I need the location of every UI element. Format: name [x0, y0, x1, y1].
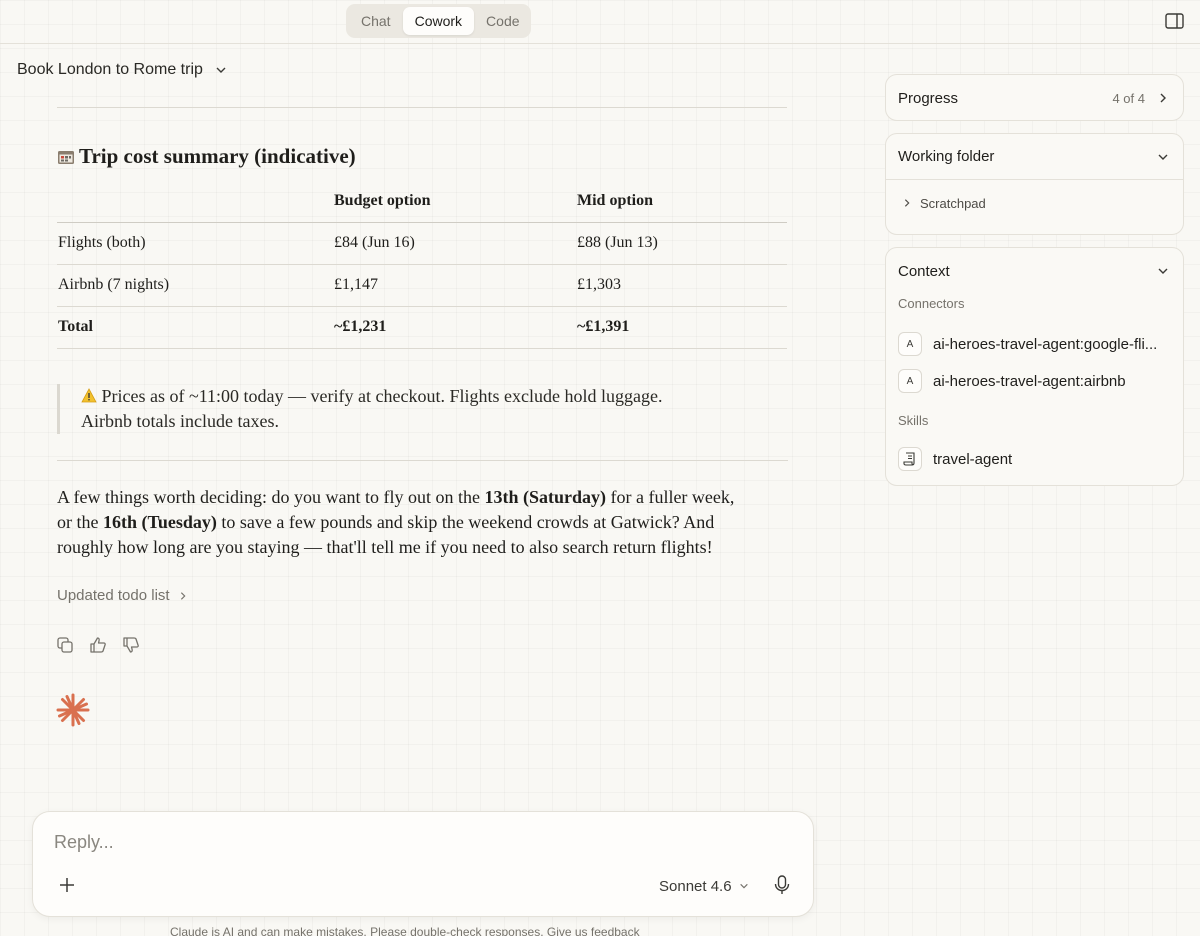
conversation-title: Book London to Rome trip: [17, 61, 203, 78]
message-text: to save a few pounds and skip the weeken…: [216, 512, 715, 532]
progress-header[interactable]: Progress 4 of 4: [886, 75, 1183, 121]
sidebar-toggle-icon[interactable]: [1165, 13, 1184, 29]
updated-todo-list-link[interactable]: Updated todo list: [57, 587, 188, 604]
message-bold: 16th (Tuesday): [102, 512, 217, 532]
table-cell: £1,303: [577, 264, 787, 307]
table-header-cell: [57, 180, 334, 223]
summary-heading: Trip cost summary (indicative): [57, 144, 356, 169]
working-folder-header[interactable]: Working folder: [886, 134, 1183, 180]
chevron-down-icon: [1158, 268, 1168, 274]
table-header-row: Budget option Mid option: [57, 180, 787, 223]
cost-table: Budget option Mid option Flights (both) …: [57, 180, 787, 349]
plus-icon[interactable]: [58, 876, 76, 894]
note-line: Airbnb totals include taxes.: [81, 411, 279, 431]
calendar-icon: [58, 150, 74, 164]
chevron-down-icon: [1158, 154, 1168, 160]
assistant-message: A few things worth deciding: do you want…: [57, 485, 777, 560]
copy-icon[interactable]: [56, 636, 74, 654]
divider: [57, 107, 787, 108]
table-cell: Flights (both): [57, 222, 334, 265]
chevron-down-icon: [216, 67, 226, 73]
progress-count: 4 of 4: [1112, 90, 1145, 106]
note-line: Prices as of ~11:00 today — verify at ch…: [101, 386, 663, 406]
connector-name: ai-heroes-travel-agent:google-fli...: [933, 335, 1158, 353]
tab-chat[interactable]: Chat: [349, 7, 403, 35]
summary-title: Trip cost summary (indicative): [79, 144, 356, 168]
price-note-blockquote: Prices as of ~11:00 today — verify at ch…: [57, 384, 737, 434]
conversation-title-dropdown[interactable]: Book London to Rome trip: [17, 59, 227, 81]
table-cell: ~£1,391: [577, 306, 787, 349]
message-text: or the: [57, 512, 103, 532]
claude-spark-icon: [56, 693, 90, 727]
model-selector[interactable]: Sonnet 4.6: [659, 875, 749, 897]
message-bold: 13th (Saturday): [484, 487, 606, 507]
reply-input[interactable]: [54, 832, 614, 853]
message-text: for a fuller week,: [605, 487, 735, 507]
table-cell: Total: [57, 306, 334, 349]
table-cell: £88 (Jun 13): [577, 222, 787, 265]
microphone-icon[interactable]: [772, 874, 792, 896]
chevron-right-icon: [180, 591, 186, 600]
thumbs-down-icon[interactable]: [122, 636, 140, 654]
connector-name: ai-heroes-travel-agent:airbnb: [933, 372, 1126, 390]
table-cell: ~£1,231: [334, 306, 577, 349]
model-name: Sonnet 4.6: [659, 877, 732, 895]
progress-card: Progress 4 of 4: [885, 74, 1184, 121]
divider: [57, 460, 788, 461]
table-cell: £84 (Jun 16): [334, 222, 577, 265]
connector-badge: A: [898, 369, 922, 393]
chevron-right-icon: [1160, 93, 1166, 103]
table-row-total: Total ~£1,231 ~£1,391: [57, 306, 787, 349]
mode-tabs: Chat Cowork Code: [346, 4, 531, 38]
working-folder-label: Working folder: [898, 148, 995, 165]
skill-item[interactable]: travel-agent: [886, 441, 1183, 477]
table-cell: Airbnb (7 nights): [57, 264, 334, 307]
table-header-cell: Budget option: [334, 180, 577, 223]
table-row: Airbnb (7 nights) £1,147 £1,303: [57, 264, 787, 307]
top-bar: Chat Cowork Code: [0, 0, 1200, 44]
thumbs-up-icon[interactable]: [89, 636, 107, 654]
connector-item[interactable]: A ai-heroes-travel-agent:airbnb: [886, 363, 1183, 399]
working-folder-card: Working folder Scratchpad: [885, 133, 1184, 235]
scroll-icon: [898, 447, 922, 471]
todo-label: Updated todo list: [57, 587, 170, 604]
chevron-right-icon: [904, 199, 910, 207]
reply-composer: Sonnet 4.6: [32, 811, 814, 917]
connector-item[interactable]: A ai-heroes-travel-agent:google-fli...: [886, 326, 1183, 362]
warning-icon: [81, 388, 97, 403]
message-actions: [56, 636, 140, 654]
table-header-cell: Mid option: [577, 180, 787, 223]
context-label: Context: [898, 262, 950, 280]
message-text: roughly how long are you staying — that'…: [57, 537, 713, 557]
context-header[interactable]: Context: [886, 248, 1183, 294]
folder-item-label: Scratchpad: [920, 195, 986, 211]
folder-item-scratchpad[interactable]: Scratchpad: [886, 180, 1183, 226]
context-card: Context Connectors A ai-heroes-travel-ag…: [885, 247, 1184, 486]
message-text: A few things worth deciding: do you want…: [57, 487, 485, 507]
skill-name: travel-agent: [933, 450, 1013, 468]
connector-badge: A: [898, 332, 922, 356]
table-cell: £1,147: [334, 264, 577, 307]
tab-code[interactable]: Code: [474, 7, 531, 35]
progress-label: Progress: [898, 89, 959, 107]
skills-label: Skills: [898, 413, 929, 428]
disclaimer-text: Claude is AI and can make mistakes. Plea…: [170, 925, 640, 936]
table-row: Flights (both) £84 (Jun 16) £88 (Jun 13): [57, 222, 787, 265]
chevron-down-icon: [739, 883, 748, 889]
tab-cowork[interactable]: Cowork: [402, 7, 475, 35]
connectors-label: Connectors: [898, 296, 965, 311]
